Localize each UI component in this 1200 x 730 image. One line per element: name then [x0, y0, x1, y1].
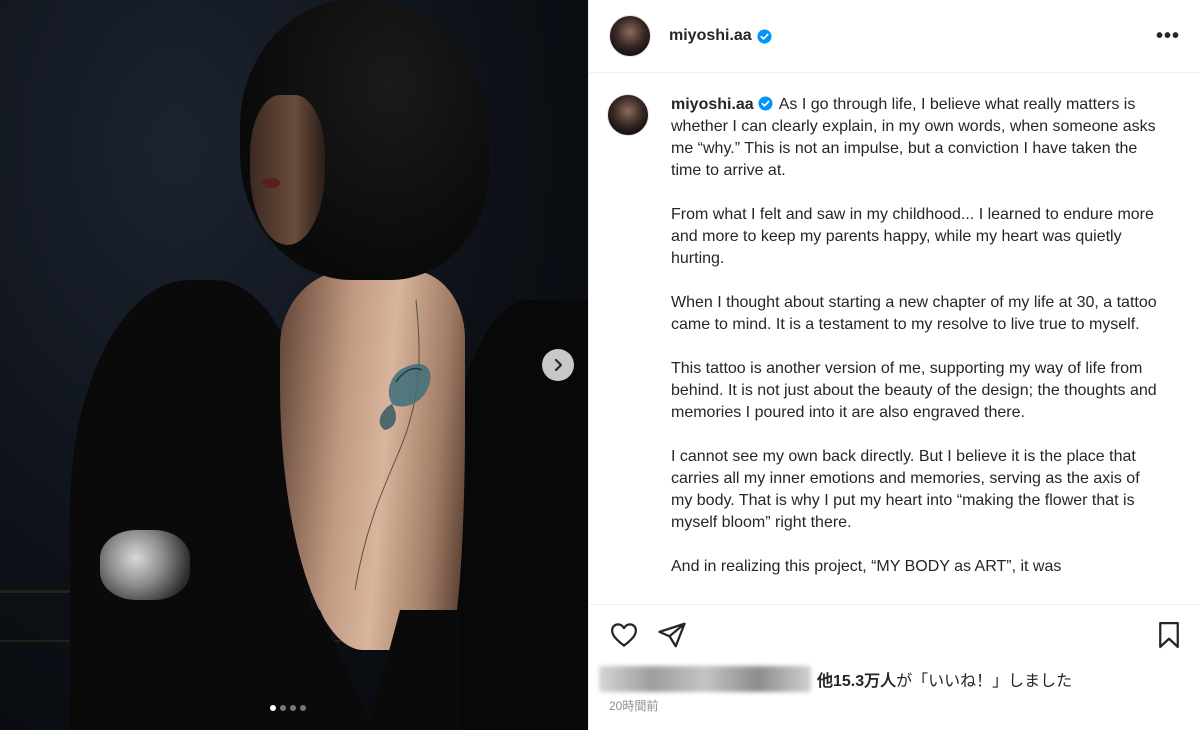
instagram-post: miyoshi.aa ••• miyoshi.aa As I go through…: [0, 0, 1200, 730]
carousel-indicator: [270, 705, 306, 711]
caption-paragraph: This tattoo is another version of me, su…: [671, 360, 1157, 421]
carousel-dot: [270, 705, 276, 711]
chevron-right-icon: [554, 358, 563, 372]
avatar[interactable]: [607, 94, 649, 136]
post-sidebar: miyoshi.aa ••• miyoshi.aa As I go through…: [588, 0, 1200, 730]
heart-icon[interactable]: [609, 620, 639, 650]
verified-badge-icon: [757, 28, 772, 44]
flower-tattoo: [354, 300, 431, 590]
more-options-button[interactable]: •••: [1156, 25, 1180, 48]
caption-paragraph: And in realizing this project, “MY BODY …: [671, 558, 1062, 575]
blurred-liker-names: [599, 666, 811, 692]
lips: [262, 178, 280, 188]
caption-paragraph: From what I felt and saw in my childhood…: [671, 206, 1154, 267]
carousel-dot: [290, 705, 296, 711]
caption-text: miyoshi.aa As I go through life, I believ…: [671, 94, 1160, 604]
verified-badge-icon: [758, 96, 773, 111]
likes-count[interactable]: 他15.3万人: [817, 667, 896, 691]
send-icon[interactable]: [657, 620, 687, 650]
carousel-dot: [280, 705, 286, 711]
likes-summary: 他15.3万人 が「いいね！」しました: [599, 664, 1072, 694]
hand-with-jewel: [100, 530, 190, 600]
caption-paragraph: When I thought about starting a new chap…: [671, 294, 1157, 333]
username-link[interactable]: miyoshi.aa: [671, 96, 754, 113]
action-bar: [589, 604, 1200, 664]
likes-suffix: が「いいね！」しました: [896, 673, 1073, 690]
carousel-next-button[interactable]: [542, 349, 574, 381]
caption-paragraph: I cannot see my own back directly. But I…: [671, 448, 1140, 531]
post-photo: [0, 0, 588, 730]
caption-paragraph: miyoshi.aa As I go through life, I believ…: [671, 96, 1156, 179]
caption: miyoshi.aa As I go through life, I believ…: [589, 74, 1200, 604]
avatar[interactable]: [609, 15, 651, 57]
post-timestamp[interactable]: 20時間前: [609, 697, 658, 714]
post-header: miyoshi.aa •••: [589, 0, 1200, 73]
bookmark-icon[interactable]: [1154, 620, 1184, 650]
username-link[interactable]: miyoshi.aa: [669, 27, 752, 45]
carousel-dot: [300, 705, 306, 711]
face: [250, 95, 325, 245]
